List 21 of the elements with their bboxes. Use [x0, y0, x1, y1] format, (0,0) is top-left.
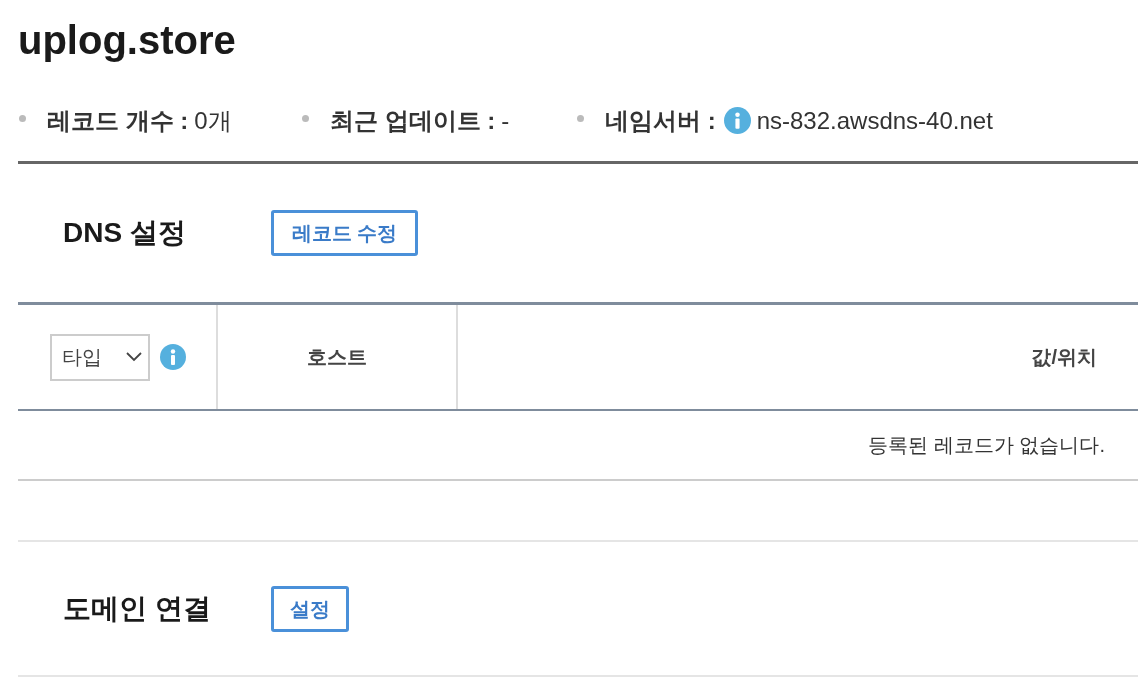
empty-message: 등록된 레코드가 없습니다. — [868, 433, 1105, 458]
caret-icon — [126, 352, 142, 362]
section-title: 도메인 연결 — [63, 591, 212, 626]
type-select[interactable]: 타입 — [50, 333, 150, 381]
section-title: DNS 설정 — [63, 216, 187, 250]
info-icon[interactable] — [160, 344, 186, 370]
bullet-icon — [302, 115, 309, 122]
column-header: 값/위치 — [1031, 345, 1097, 370]
page-title: uplog.store — [18, 20, 236, 60]
info-icon[interactable] — [723, 107, 751, 134]
bullet-icon — [19, 115, 26, 122]
edit-button[interactable]: 설정 — [271, 585, 349, 632]
summary-value: - — [501, 105, 510, 136]
summary-label: 네임서버 : — [605, 105, 716, 136]
summary-value: 0개 — [194, 105, 232, 136]
summary-label: 최근 업데이트 : — [330, 105, 496, 136]
bullet-icon — [577, 115, 584, 122]
summary-value: ns-832.awsdns-40.net — [756, 105, 993, 136]
column-header: 호스트 — [307, 345, 367, 370]
edit-button[interactable]: 레코드 수정 — [271, 210, 418, 256]
summary-label: 레코드 개수 : — [47, 105, 189, 136]
